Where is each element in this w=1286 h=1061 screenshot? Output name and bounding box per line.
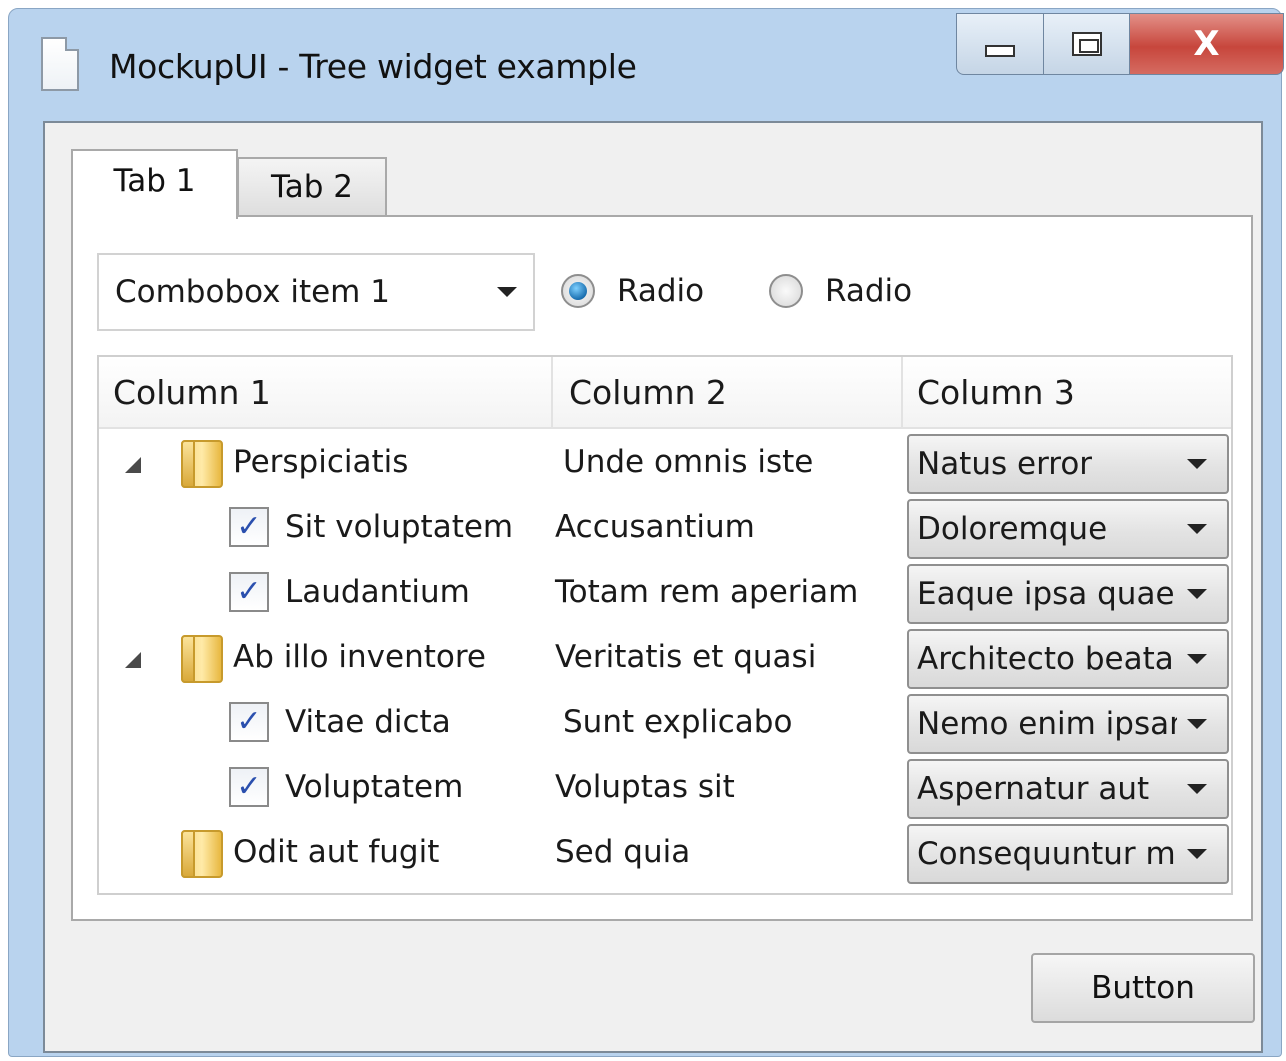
maximize-button[interactable]	[1044, 13, 1130, 75]
document-icon	[41, 37, 79, 91]
chevron-down-icon	[1187, 654, 1207, 664]
checkbox[interactable]: ✓	[229, 507, 269, 547]
tree-cell-col2: Totam rem aperiam	[555, 573, 859, 610]
tree-row[interactable]: Ab illo inventore Veritatis et quasi Arc…	[99, 624, 1231, 689]
radio-label: Radio	[617, 273, 705, 309]
tree-cell-col2: Unde omnis iste	[563, 443, 814, 480]
chevron-down-icon	[1187, 719, 1207, 729]
tree-row[interactable]: ✓ Vitae dicta Sunt explicabo Nemo enim i…	[99, 689, 1231, 754]
tree-cell-col1: Sit voluptatem	[285, 508, 514, 545]
chevron-down-icon	[1187, 589, 1207, 599]
window-controls: X	[956, 13, 1284, 75]
row-combobox[interactable]: Consequuntur m	[907, 824, 1229, 884]
combobox-value: Combobox item 1	[115, 274, 390, 310]
radio-checked-icon	[561, 274, 595, 308]
chevron-down-icon	[1187, 784, 1207, 794]
tree-cell-col2: Sunt explicabo	[563, 703, 793, 740]
tab-1[interactable]: Tab 1	[71, 149, 238, 219]
tree-cell-col2: Voluptas sit	[555, 768, 735, 805]
minimize-icon	[985, 45, 1015, 57]
row-combobox-value: Aspernatur aut	[917, 771, 1150, 807]
radio-unchecked-icon	[769, 274, 803, 308]
close-icon: X	[1193, 24, 1220, 64]
row-combobox[interactable]: Doloremque	[907, 499, 1229, 559]
chevron-down-icon	[497, 287, 517, 297]
tree-widget[interactable]: Column 1 Column 2 Column 3 Perspiciatis …	[97, 355, 1233, 895]
tree-cell-col2: Sed quia	[555, 833, 691, 870]
expander-icon[interactable]	[125, 457, 141, 473]
radio-option-2[interactable]: Radio	[769, 273, 912, 309]
chevron-down-icon	[1187, 459, 1207, 469]
row-combobox-value: Natus error	[917, 446, 1093, 482]
tree-cell-col2: Accusantium	[555, 508, 755, 545]
row-combobox-value: Consequuntur m	[917, 836, 1176, 872]
tree-cell-col1: Odit aut fugit	[233, 833, 440, 870]
column-header-2[interactable]: Column 2	[553, 357, 903, 427]
tree-cell-col1: Ab illo inventore	[233, 638, 486, 675]
checkbox[interactable]: ✓	[229, 572, 269, 612]
folder-icon	[181, 635, 223, 683]
tree-row[interactable]: ✓ Laudantium Totam rem aperiam Eaque ips…	[99, 559, 1231, 624]
row-combobox[interactable]: Aspernatur aut	[907, 759, 1229, 819]
tree-row[interactable]: ✓ Voluptatem Voluptas sit Aspernatur aut	[99, 754, 1231, 819]
chevron-down-icon	[1187, 524, 1207, 534]
row-combobox-value: Eaque ipsa quae	[917, 576, 1175, 612]
folder-icon	[181, 440, 223, 488]
checkbox[interactable]: ✓	[229, 702, 269, 742]
tree-cell-col2: Veritatis et quasi	[555, 638, 817, 675]
column-header-1[interactable]: Column 1	[99, 357, 553, 427]
maximize-icon	[1071, 32, 1102, 56]
row-combobox-value: Nemo enim ipsam	[917, 706, 1177, 742]
app-window: MockupUI - Tree widget example X Tab 1 T…	[8, 8, 1284, 1057]
row-combobox-value: Doloremque	[917, 511, 1108, 547]
row-combobox[interactable]: Architecto beata	[907, 629, 1229, 689]
tree-cell-col1: Perspiciatis	[233, 443, 409, 480]
row-combobox[interactable]: Natus error	[907, 434, 1229, 494]
minimize-button[interactable]	[956, 13, 1044, 75]
radio-label: Radio	[825, 273, 913, 309]
tab-panel: Combobox item 1 Radio Radio Column 1 Col…	[71, 215, 1253, 921]
row-combobox-value: Architecto beata	[917, 641, 1174, 677]
tree-header: Column 1 Column 2 Column 3	[99, 357, 1231, 429]
close-button[interactable]: X	[1130, 13, 1284, 75]
tree-row[interactable]: ✓ Sit voluptatem Accusantium Doloremque	[99, 494, 1231, 559]
column-header-3[interactable]: Column 3	[903, 357, 1231, 427]
main-button[interactable]: Button	[1031, 953, 1255, 1023]
tree-row[interactable]: Odit aut fugit Sed quia Consequuntur m	[99, 819, 1231, 884]
tab-2[interactable]: Tab 2	[237, 157, 387, 217]
combobox[interactable]: Combobox item 1	[97, 253, 535, 331]
tree-cell-col1: Vitae dicta	[285, 703, 451, 740]
client-area: Tab 1 Tab 2 Combobox item 1 Radio Radio …	[43, 121, 1263, 1053]
chevron-down-icon	[1187, 849, 1207, 859]
expander-icon[interactable]	[125, 652, 141, 668]
checkbox[interactable]: ✓	[229, 767, 269, 807]
folder-icon	[181, 830, 223, 878]
row-combobox[interactable]: Eaque ipsa quae	[907, 564, 1229, 624]
tree-row[interactable]: Perspiciatis Unde omnis iste Natus error	[99, 429, 1231, 494]
tree-cell-col1: Laudantium	[285, 573, 470, 610]
window-title: MockupUI - Tree widget example	[109, 47, 637, 86]
tree-cell-col1: Voluptatem	[285, 768, 464, 805]
radio-option-1[interactable]: Radio	[561, 273, 704, 309]
row-combobox[interactable]: Nemo enim ipsam	[907, 694, 1229, 754]
